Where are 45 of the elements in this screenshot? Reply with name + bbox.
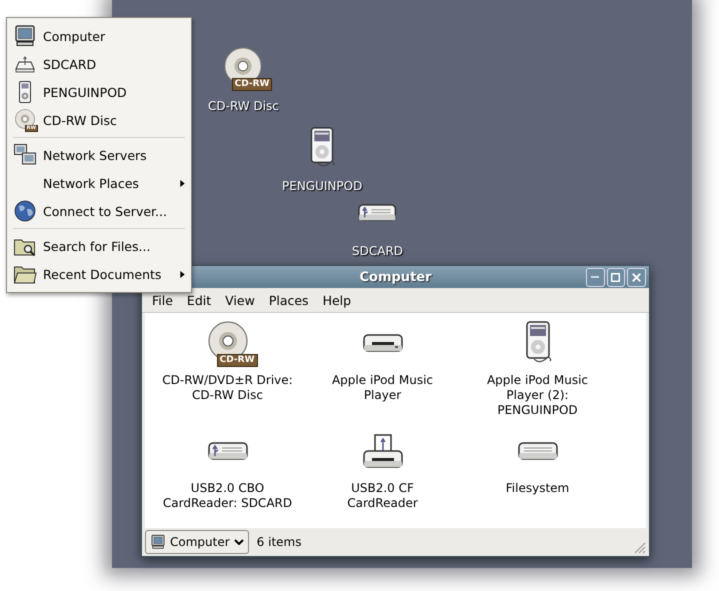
drive-icon — [362, 334, 402, 352]
file-icon-label[interactable]: CD-RW/DVD±R Drive: CD-RW Disc — [162, 373, 293, 403]
close-button[interactable] — [627, 268, 646, 286]
item-count: 6 items — [256, 535, 302, 549]
menu-item[interactable]: PENGUINPOD — [7, 78, 191, 106]
file-icon-label[interactable]: USB2.0 CBO CardReader: SDCARD — [162, 481, 292, 511]
globe-icon — [13, 199, 37, 223]
menu-item[interactable]: Recent Documents — [7, 260, 191, 288]
caret-icon — [234, 539, 244, 545]
drive-icon — [518, 442, 558, 460]
menu-item[interactable]: Help — [316, 290, 358, 310]
usb-drive-icon — [208, 442, 248, 460]
maximize-icon — [611, 272, 620, 282]
icon-badge: CD-RW — [232, 78, 272, 91]
computer-icon — [13, 24, 37, 48]
file-icon-label[interactable]: Apple iPod Music Player (2): PENGUINPOD — [486, 373, 588, 418]
location-dropdown[interactable]: Computer — [145, 530, 249, 554]
minimize-button[interactable] — [586, 268, 605, 286]
menu-item[interactable]: View — [219, 290, 261, 310]
menu-item[interactable]: Computer — [7, 22, 191, 50]
card-reader-icon — [362, 434, 402, 468]
computer-icon — [150, 534, 166, 550]
menu-item[interactable]: File — [146, 290, 179, 310]
minimize-icon — [591, 276, 600, 278]
network-icon — [13, 143, 37, 167]
desktop-icon-label[interactable]: SDCARD — [352, 244, 404, 258]
menu-item[interactable]: Connect to Server... — [7, 197, 191, 225]
menu-item[interactable]: Network Servers — [7, 141, 191, 169]
menu-item[interactable]: Network Places — [7, 169, 191, 197]
menu-item[interactable]: Edit — [180, 290, 218, 310]
icon-badge: CD-RW — [216, 354, 258, 367]
file-icon-label[interactable]: Filesystem — [506, 481, 570, 496]
menu-item[interactable]: Places — [262, 290, 315, 310]
maximize-button[interactable] — [606, 268, 626, 286]
menu-item[interactable]: SDCARD — [7, 50, 191, 78]
file-icon-label[interactable]: Apple iPod Music Player — [332, 373, 434, 403]
usb-drive-icon — [358, 204, 397, 222]
resize-grip[interactable] — [632, 540, 646, 554]
desktop-icon-label[interactable]: PENGUINPOD — [282, 179, 362, 193]
menu-item[interactable]: Search for Files... — [7, 232, 191, 260]
file-icon-label[interactable]: USB2.0 CF CardReader — [347, 481, 418, 511]
window-title: Computer — [358, 270, 433, 284]
desktop-icon-label[interactable]: CD-RW Disc — [208, 99, 279, 113]
disc-icon — [13, 108, 37, 132]
close-icon — [632, 272, 642, 282]
